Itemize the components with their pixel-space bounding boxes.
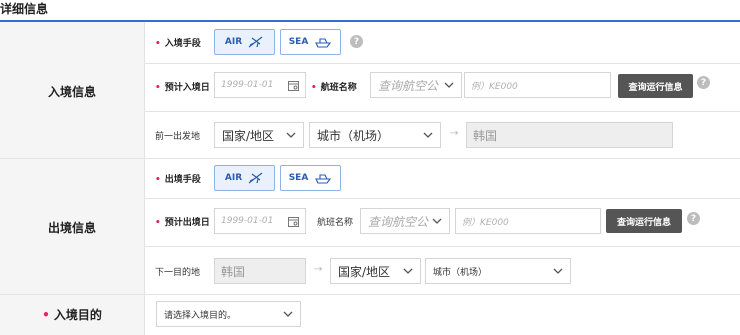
arrow-right-icon: → xyxy=(450,128,459,139)
chevron-down-icon xyxy=(283,311,293,317)
entry-country-select[interactable]: 国家/地区 xyxy=(214,122,304,148)
exit-flight-input[interactable]: 例）KE000 xyxy=(455,208,601,234)
exit-date-input[interactable]: 1999-01-01 xyxy=(214,208,306,234)
entry-section-label: 入境信息 xyxy=(47,85,96,99)
row-divider xyxy=(144,198,740,199)
exit-country-select[interactable]: 国家/地区 xyxy=(330,258,421,284)
exit-section-label: 出境信息 xyxy=(47,221,96,235)
chevron-down-icon xyxy=(286,132,296,138)
entry-date-label: • 预计入境日 xyxy=(155,83,210,93)
entry-query-button[interactable]: 查询运行信息 xyxy=(618,74,693,98)
row-divider xyxy=(144,63,740,64)
exit-flight-label: 航班名称 xyxy=(317,218,354,228)
arrow-right-icon: → xyxy=(314,264,323,275)
exit-sea-button[interactable]: SEA xyxy=(280,165,341,191)
ship-icon xyxy=(315,174,332,184)
help-icon[interactable]: ? xyxy=(350,35,363,48)
exit-date-label: • 预计出境日 xyxy=(155,218,210,228)
entry-city-select[interactable]: 城市（机场） xyxy=(309,122,441,148)
exit-origin-field: 韩国 xyxy=(214,258,306,284)
entry-mode-label: • 入境手段 xyxy=(155,39,201,49)
label-column xyxy=(0,22,144,335)
ship-icon xyxy=(315,38,332,48)
purpose-select[interactable]: 请选择入境目的。 xyxy=(156,301,301,327)
entry-sea-button[interactable]: SEA xyxy=(280,29,341,55)
entry-flight-input[interactable]: 例）KE000 xyxy=(464,72,611,98)
entry-date-input[interactable]: 1999-01-01 xyxy=(214,72,306,98)
exit-city-select[interactable]: 城市（机场） xyxy=(425,258,571,284)
exit-mode-label: • 出境手段 xyxy=(155,175,201,185)
chevron-down-icon xyxy=(553,268,563,274)
page-title: 详细信息 xyxy=(0,2,49,16)
entry-airline-select[interactable]: 查询航空公 xyxy=(370,72,462,98)
entry-air-button[interactable]: AIR xyxy=(214,29,275,55)
purpose-section-label: • 入境目的 xyxy=(42,308,102,322)
exit-airline-select[interactable]: 查询航空公 xyxy=(360,208,450,234)
row-divider xyxy=(144,246,740,247)
help-icon[interactable]: ? xyxy=(697,76,710,89)
chevron-down-icon xyxy=(432,218,442,224)
help-icon[interactable]: ? xyxy=(687,212,700,225)
exit-air-button[interactable]: AIR xyxy=(214,165,275,191)
chevron-down-icon xyxy=(423,132,433,138)
prev-departure-label: 前一出发地 xyxy=(155,132,201,142)
calendar-icon xyxy=(288,80,299,91)
row-divider xyxy=(144,111,740,112)
plane-icon xyxy=(248,36,263,48)
plane-icon xyxy=(248,172,263,184)
column-divider xyxy=(144,22,145,335)
chevron-down-icon xyxy=(403,268,413,274)
chevron-down-icon xyxy=(444,82,454,88)
entry-flight-label: • 航班名称 xyxy=(311,83,357,93)
entry-destination-field: 韩国 xyxy=(466,122,673,148)
exit-query-button[interactable]: 查询运行信息 xyxy=(606,209,682,233)
section-divider xyxy=(0,158,740,159)
section-divider xyxy=(0,294,740,295)
calendar-icon xyxy=(288,216,299,227)
next-destination-label: 下一目的地 xyxy=(155,268,201,278)
